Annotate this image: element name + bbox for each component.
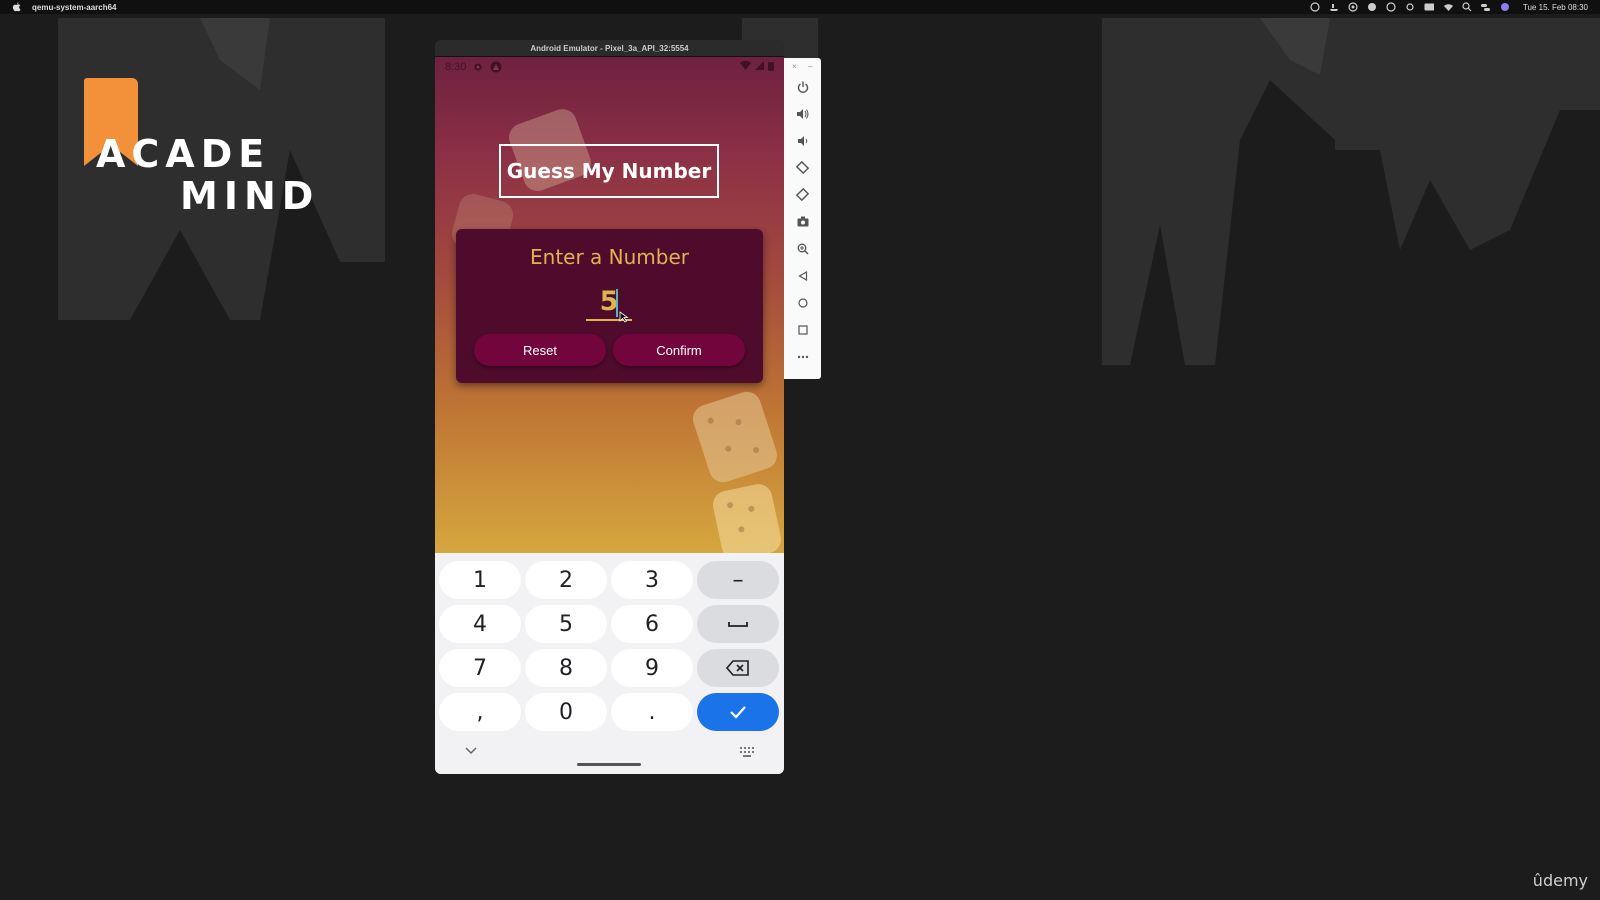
overview-icon	[797, 324, 808, 335]
rotate-left-icon	[796, 161, 809, 174]
key-done[interactable]	[697, 693, 779, 731]
zoom-button[interactable]	[792, 238, 813, 259]
power-button[interactable]	[792, 76, 813, 97]
rotate-left-button[interactable]	[792, 157, 813, 178]
emulator-toolbar: × –	[784, 58, 821, 379]
input-label: Enter a Number	[530, 245, 689, 269]
android-status-bar: 8:30	[435, 57, 784, 77]
space-icon	[728, 622, 748, 627]
emulator-window-title: Android Emulator - Pixel_3a_API_32:5554	[530, 43, 689, 53]
mac-menu-bar: qemu-system-aarch64 Tue 15. Feb 08:30	[0, 0, 1600, 14]
key-5[interactable]: 5	[525, 605, 607, 643]
back-icon	[797, 270, 807, 281]
logo-line-2: MIND	[180, 174, 320, 218]
camera-icon	[797, 216, 808, 227]
key-6[interactable]: 6	[611, 605, 693, 643]
key-backspace[interactable]	[697, 649, 779, 687]
key-4[interactable]: 4	[439, 605, 521, 643]
dice-decoration	[710, 481, 784, 563]
key-minus[interactable]: –	[697, 561, 779, 599]
zoom-icon	[797, 243, 808, 254]
phone-screen: 8:30 Guess My Number Enter a Number 5 Re…	[435, 57, 784, 774]
status-icon-1[interactable]	[1310, 2, 1320, 12]
hide-keyboard-icon[interactable]	[465, 747, 477, 755]
menubar-clock[interactable]: Tue 15. Feb 08:30	[1523, 3, 1588, 12]
more-button[interactable]	[792, 346, 813, 367]
control-center-icon[interactable]	[1480, 3, 1491, 12]
overview-button[interactable]	[792, 319, 813, 340]
home-icon	[797, 297, 808, 308]
volume-down-icon	[797, 135, 807, 146]
keyboard-switch-icon[interactable]	[740, 747, 754, 757]
emulator-title-bar[interactable]: Android Emulator - Pixel_3a_API_32:5554	[435, 40, 784, 57]
status-icon-6[interactable]	[1405, 3, 1415, 12]
volume-down-button[interactable]	[792, 130, 813, 151]
keyboard-nav-bar	[435, 737, 784, 774]
key-7[interactable]: 7	[439, 649, 521, 687]
active-app-name[interactable]: qemu-system-aarch64	[32, 3, 116, 12]
wifi-signal-icon	[740, 60, 751, 73]
back-button[interactable]	[792, 265, 813, 286]
more-icon	[797, 355, 808, 358]
key-1[interactable]: 1	[439, 561, 521, 599]
emulator-close-button[interactable]: ×	[792, 62, 797, 71]
emulator-window: Android Emulator - Pixel_3a_API_32:5554 …	[435, 40, 784, 774]
key-2[interactable]: 2	[525, 561, 607, 599]
academind-logo: ACADE MIND	[84, 78, 324, 218]
text-caret	[616, 289, 618, 317]
key-period[interactable]: .	[611, 693, 693, 731]
cell-signal-icon	[755, 61, 764, 73]
backspace-icon	[726, 660, 749, 676]
key-9[interactable]: 9	[611, 649, 693, 687]
numeric-keyboard: 1 2 3 – 4 5 6 7 8 9 , 0 .	[435, 553, 784, 774]
status-icon-3[interactable]	[1348, 2, 1358, 12]
settings-gear-icon	[472, 61, 484, 73]
key-3[interactable]: 3	[611, 561, 693, 599]
emulator-minimize-button[interactable]: –	[808, 62, 812, 71]
volume-up-icon	[797, 108, 809, 119]
wifi-icon[interactable]	[1443, 3, 1453, 12]
apple-icon[interactable]	[12, 2, 24, 12]
number-input-card: Enter a Number 5 Reset Confirm	[456, 229, 763, 383]
search-icon[interactable]	[1462, 2, 1472, 12]
rotate-right-icon	[796, 188, 809, 201]
home-button[interactable]	[792, 292, 813, 313]
volume-up-button[interactable]	[792, 103, 813, 124]
logo-line-1: ACADE	[96, 132, 271, 176]
battery-status-icon	[768, 61, 774, 74]
status-icon-4[interactable]	[1367, 3, 1377, 12]
key-8[interactable]: 8	[525, 649, 607, 687]
power-icon	[797, 81, 808, 93]
rotate-right-button[interactable]	[792, 184, 813, 205]
siri-icon[interactable]	[1500, 3, 1510, 12]
mouse-cursor-icon	[619, 311, 629, 323]
key-comma[interactable]: ,	[439, 693, 521, 731]
gesture-handle[interactable]	[577, 763, 641, 766]
confirm-button[interactable]: Confirm	[613, 334, 745, 366]
key-space[interactable]	[697, 605, 779, 643]
dice-decoration	[689, 388, 781, 486]
status-icon-2[interactable]	[1329, 3, 1339, 12]
screenshot-button[interactable]	[792, 211, 813, 232]
page-title: Guess My Number	[499, 144, 719, 198]
status-icon-5[interactable]	[1386, 2, 1396, 12]
checkmark-icon	[730, 706, 746, 719]
status-time: 8:30	[445, 61, 467, 73]
key-0[interactable]: 0	[525, 693, 607, 731]
battery-icon[interactable]	[1424, 3, 1434, 12]
menu-extras: Tue 15. Feb 08:30	[1310, 0, 1588, 14]
reset-button[interactable]: Reset	[474, 334, 606, 366]
android-a-icon	[490, 61, 502, 73]
udemy-watermark: ûdemy	[1532, 871, 1588, 890]
